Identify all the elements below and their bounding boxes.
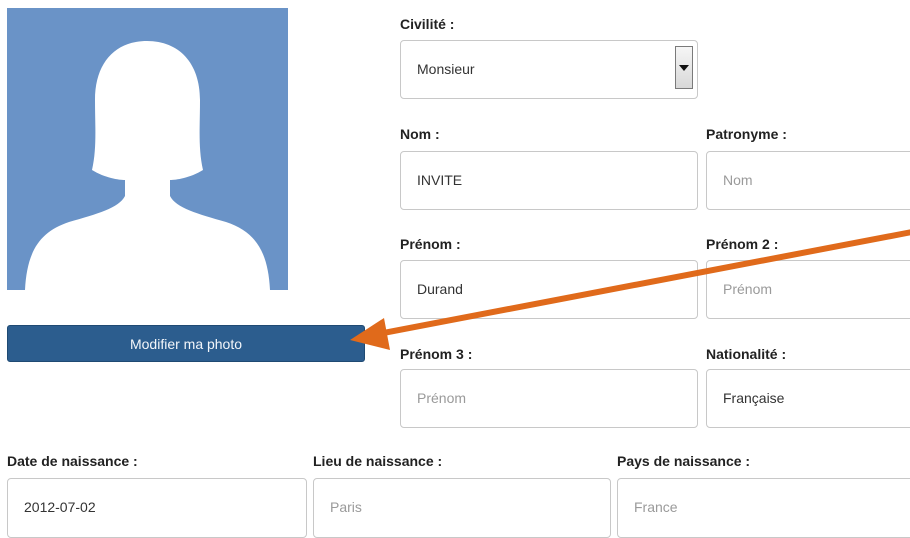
civilite-label: Civilité : — [400, 16, 455, 32]
patronyme-label: Patronyme : — [706, 126, 787, 142]
profile-photo — [7, 8, 288, 290]
prenom3-label: Prénom 3 : — [400, 346, 473, 362]
change-photo-button[interactable]: Modifier ma photo — [7, 325, 365, 362]
prenom3-input[interactable]: Prénom — [400, 369, 698, 428]
date-naissance-input[interactable]: 2012-07-02 — [7, 478, 307, 538]
person-silhouette-icon — [25, 41, 270, 290]
civilite-selected-value: Monsieur — [417, 61, 475, 77]
nom-label: Nom : — [400, 126, 440, 142]
patronyme-input[interactable]: Nom — [706, 151, 910, 210]
nationalite-label: Nationalité : — [706, 346, 787, 362]
nationalite-input[interactable]: Française — [706, 369, 910, 428]
civilite-select[interactable]: Monsieur — [400, 40, 698, 99]
chevron-down-icon[interactable] — [675, 46, 693, 89]
date-naissance-label: Date de naissance : — [7, 453, 138, 469]
pays-naissance-label: Pays de naissance : — [617, 453, 751, 469]
prenom2-input[interactable]: Prénom — [706, 260, 910, 319]
lieu-naissance-label: Lieu de naissance : — [313, 453, 443, 469]
lieu-naissance-input[interactable]: Paris — [313, 478, 611, 538]
nom-input[interactable]: INVITE — [400, 151, 698, 210]
prenom-label: Prénom : — [400, 236, 461, 252]
pays-naissance-input[interactable]: France — [617, 478, 910, 538]
prenom2-label: Prénom 2 : — [706, 236, 779, 252]
prenom-input[interactable]: Durand — [400, 260, 698, 319]
